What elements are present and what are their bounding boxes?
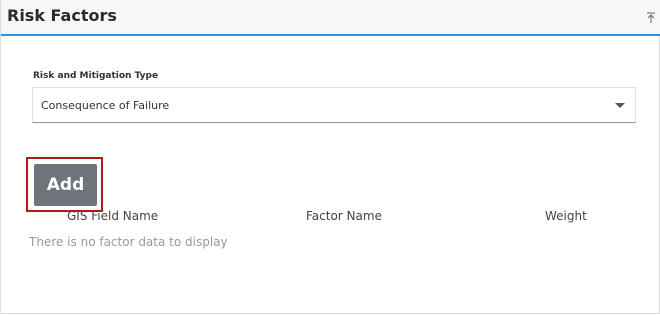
- risk-type-value: Consequence of Failure: [41, 99, 170, 112]
- add-button-highlight: Add: [26, 157, 103, 212]
- column-header-weight: Weight: [545, 209, 587, 223]
- collapse-up-icon[interactable]: [646, 12, 656, 24]
- panel-title: Risk Factors: [7, 6, 117, 25]
- chevron-down-icon: [615, 103, 625, 108]
- column-header-factor-name: Factor Name: [306, 209, 382, 223]
- risk-type-label: Risk and Mitigation Type: [33, 71, 159, 81]
- panel-header: Risk Factors: [1, 0, 660, 36]
- empty-table-message: There is no factor data to display: [29, 235, 228, 249]
- risk-type-select[interactable]: Consequence of Failure: [32, 87, 636, 123]
- add-button[interactable]: Add: [34, 164, 97, 206]
- column-header-gis-field-name: GIS Field Name: [67, 209, 159, 223]
- risk-factors-panel: Risk Factors Risk and Mitigation Type Co…: [0, 0, 660, 314]
